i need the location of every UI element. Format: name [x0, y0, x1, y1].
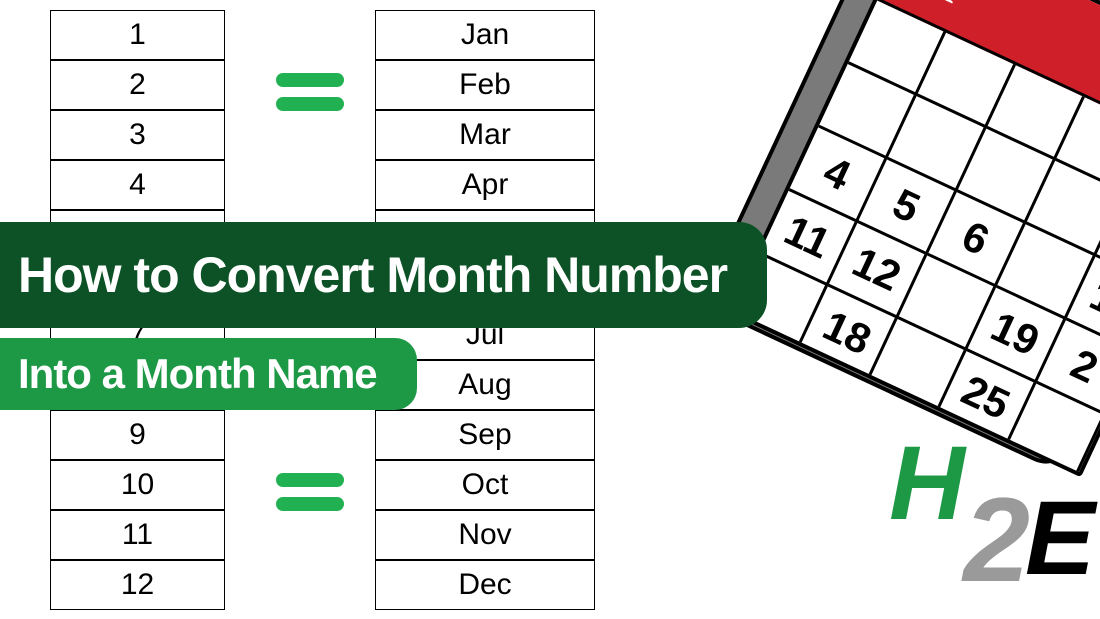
equals-icon — [265, 63, 355, 121]
month-cell: Feb — [375, 60, 595, 110]
logo-number-2: 2 — [963, 471, 1030, 609]
number-cell: 11 — [50, 510, 225, 560]
month-cell: Sep — [375, 410, 595, 460]
month-cell: Jan — [375, 10, 595, 60]
logo-letter-e: E — [1025, 479, 1095, 599]
equals-icon — [265, 463, 355, 521]
month-cell: Mar — [375, 110, 595, 160]
number-cell: 2 — [50, 60, 225, 110]
month-cell: Dec — [375, 560, 595, 610]
number-cell: 1 — [50, 10, 225, 60]
month-cell: Nov — [375, 510, 595, 560]
title-line-1: How to Convert Month Number — [0, 222, 767, 328]
number-cell: 12 — [50, 560, 225, 610]
logo-letter-h: H — [889, 424, 965, 544]
number-cell: 3 — [50, 110, 225, 160]
month-cell: Apr — [375, 160, 595, 210]
number-cell: 9 — [50, 410, 225, 460]
title-line-2: Into a Month Name — [0, 338, 417, 410]
number-cell: 10 — [50, 460, 225, 510]
number-cell: 4 — [50, 160, 225, 210]
month-cell: Oct — [375, 460, 595, 510]
